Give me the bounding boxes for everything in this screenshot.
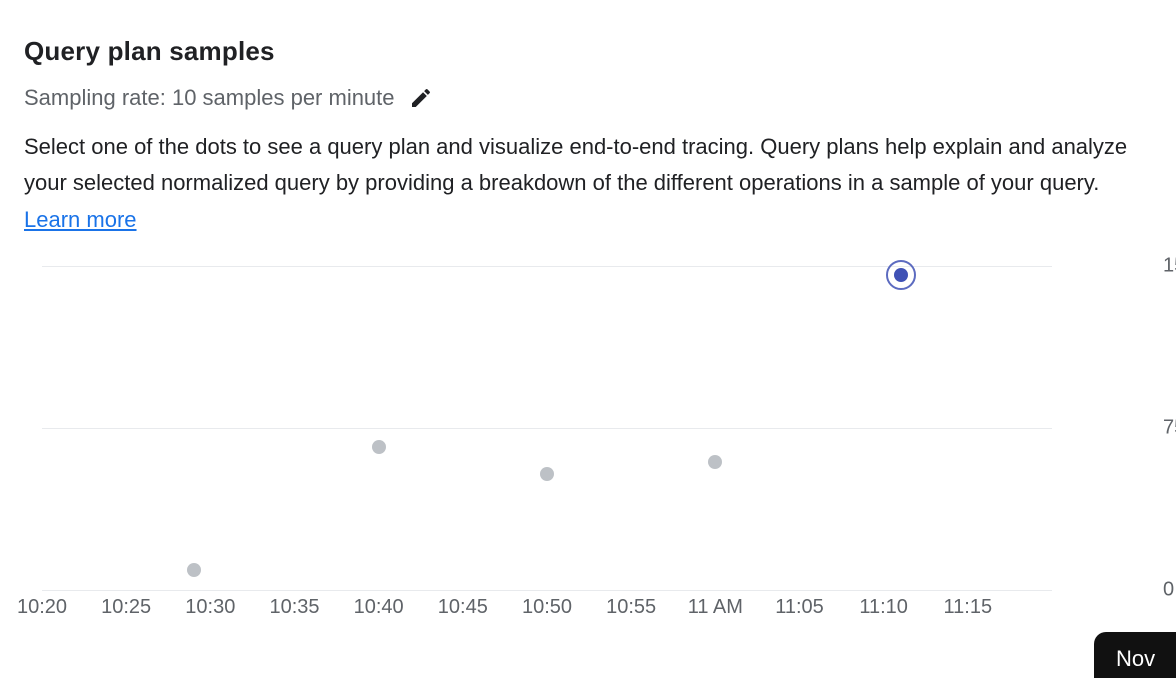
chart-plot-area[interactable]: [42, 266, 1052, 590]
bottom-corner-badge: Nov: [1094, 632, 1176, 678]
query-plan-samples-chart: 1500ms750ms0 10:2010:2510:3010:3510:4010…: [42, 266, 1157, 626]
pencil-icon[interactable]: [409, 86, 433, 110]
chart-x-tick: 11 AM: [688, 596, 743, 619]
chart-x-tick: 11:10: [859, 596, 908, 619]
chart-sample-dot[interactable]: [187, 563, 201, 577]
chart-sample-dot[interactable]: [894, 268, 908, 282]
description-body: Select one of the dots to see a query pl…: [24, 134, 1127, 195]
chart-y-tick: 750ms: [1163, 416, 1176, 439]
chart-x-tick: 10:40: [354, 596, 404, 619]
chart-sample-dot[interactable]: [372, 440, 386, 454]
chart-x-tick: 10:55: [606, 596, 656, 619]
section-title: Query plan samples: [24, 36, 1152, 67]
sampling-rate-row: Sampling rate: 10 samples per minute: [24, 85, 1152, 111]
chart-x-tick: 11:15: [944, 596, 993, 619]
chart-x-tick: 11:05: [775, 596, 824, 619]
chart-sample-dot[interactable]: [540, 467, 554, 481]
chart-x-tick: 10:35: [269, 596, 319, 619]
chart-x-axis: 10:2010:2510:3010:3510:4010:4510:5010:55…: [42, 596, 1052, 620]
learn-more-link[interactable]: Learn more: [24, 207, 137, 232]
chart-x-tick: 10:45: [438, 596, 488, 619]
chart-gridline: [42, 428, 1052, 429]
chart-gridline: [42, 590, 1052, 591]
chart-x-tick: 10:20: [17, 596, 67, 619]
chart-x-tick: 10:50: [522, 596, 572, 619]
chart-x-tick: 10:30: [185, 596, 235, 619]
sampling-rate-text: Sampling rate: 10 samples per minute: [24, 85, 395, 111]
chart-y-tick: 1500ms: [1163, 254, 1176, 277]
chart-sample-dot[interactable]: [708, 455, 722, 469]
description-text: Select one of the dots to see a query pl…: [24, 129, 1144, 238]
chart-y-axis: 1500ms750ms0: [1163, 266, 1176, 590]
chart-y-tick: 0: [1163, 578, 1174, 601]
chart-x-tick: 10:25: [101, 596, 151, 619]
